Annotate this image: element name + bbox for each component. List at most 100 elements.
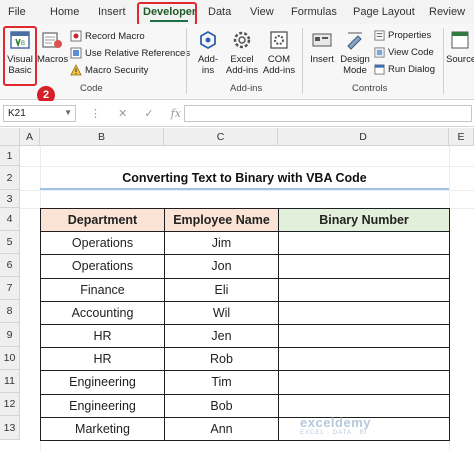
binary-cell[interactable] <box>278 277 450 302</box>
department-cell[interactable]: Engineering <box>40 370 165 395</box>
xml-source-icon <box>451 31 469 49</box>
row-header-2[interactable]: 2 <box>0 166 20 190</box>
tab-insert[interactable]: Insert <box>98 6 126 18</box>
binary-cell[interactable] <box>278 347 450 372</box>
employee-cell[interactable]: Jon <box>164 254 279 279</box>
row-header-7[interactable]: 7 <box>0 277 20 300</box>
properties-button[interactable]: Properties <box>374 30 431 41</box>
insert-control-button[interactable]: Insert <box>308 28 336 65</box>
column-header-d[interactable]: D <box>278 128 449 146</box>
department-cell[interactable]: HR <box>40 323 165 349</box>
row-header-13[interactable]: 13 <box>0 416 20 440</box>
tab-page-layout[interactable]: Page Layout <box>353 6 415 18</box>
ribbon-separator <box>186 28 187 94</box>
row-header-5[interactable]: 5 <box>0 231 20 254</box>
macros-label: Macros <box>37 54 69 65</box>
gridline <box>20 166 474 167</box>
employee-cell[interactable]: Jim <box>164 231 279 256</box>
insert-control-label: Insert <box>310 54 334 65</box>
employee-cell[interactable]: Bob <box>164 393 279 418</box>
formula-input[interactable] <box>184 105 472 122</box>
row-header-8[interactable]: 8 <box>0 300 20 323</box>
row-header-6[interactable]: 6 <box>0 254 20 277</box>
run-dialog-button[interactable]: Run Dialog <box>374 64 435 75</box>
select-all-corner[interactable] <box>0 128 20 146</box>
source-button[interactable]: Source <box>446 28 474 65</box>
employee-cell[interactable]: Eli <box>164 277 279 302</box>
insert-function-icon[interactable]: fx <box>171 107 181 120</box>
department-cell[interactable]: Engineering <box>40 393 165 418</box>
name-box[interactable]: K21 ▼ <box>3 105 76 122</box>
excel-add-ins-button[interactable]: Excel Add-ins <box>225 28 259 76</box>
more-icon: ⋮ <box>90 108 101 120</box>
use-relative-references-button[interactable]: Use Relative References <box>70 47 190 59</box>
binary-cell[interactable] <box>278 323 450 349</box>
department-cell[interactable]: Accounting <box>40 300 165 325</box>
row-header-12[interactable]: 12 <box>0 393 20 416</box>
row-header-3[interactable]: 3 <box>0 190 20 208</box>
enter-icon[interactable]: ✓ <box>144 108 153 120</box>
tab-file[interactable]: File <box>8 6 26 18</box>
employee-table: Department Employee Name Binary Number O… <box>40 207 450 441</box>
header-employee-name[interactable]: Employee Name <box>164 207 279 233</box>
add-ins-icon <box>200 30 216 50</box>
add-ins-group-label: Add-ins <box>230 83 263 94</box>
binary-cell[interactable] <box>278 254 450 279</box>
column-header-b[interactable]: B <box>40 128 164 146</box>
department-cell[interactable]: Operations <box>40 254 165 279</box>
ribbon-tab-bar: File Home Insert Developer Data View For… <box>0 0 474 24</box>
tab-formulas[interactable]: Formulas <box>291 6 337 18</box>
table-row: HR Jen <box>40 323 450 349</box>
watermark-tagline: EXCEL · DATA · BI <box>300 430 368 436</box>
properties-label: Properties <box>388 30 432 41</box>
tab-view[interactable]: View <box>250 6 274 18</box>
design-mode-label-1: Design <box>340 54 370 65</box>
table-header-row: Department Employee Name Binary Number <box>40 207 450 233</box>
employee-cell[interactable]: Tim <box>164 370 279 395</box>
department-cell[interactable]: Operations <box>40 231 165 256</box>
row-header-1[interactable]: 1 <box>0 146 20 166</box>
chevron-down-icon[interactable]: ▼ <box>64 108 72 117</box>
binary-cell[interactable] <box>278 370 450 395</box>
department-cell[interactable]: HR <box>40 347 165 372</box>
binary-cell[interactable] <box>278 300 450 325</box>
design-mode-button[interactable]: Design Mode <box>339 28 371 76</box>
employee-cell[interactable]: Ann <box>164 416 279 441</box>
view-code-label: View Code <box>388 47 434 58</box>
employee-cell[interactable]: Rob <box>164 347 279 372</box>
add-ins-label-2: ins <box>201 65 215 76</box>
macro-security-button[interactable]: Macro Security <box>70 64 148 76</box>
com-add-ins-button[interactable]: COM Add-ins <box>262 28 296 76</box>
row-header-9[interactable]: 9 <box>0 323 20 347</box>
tab-review[interactable]: Review <box>429 6 465 18</box>
tab-data[interactable]: Data <box>208 6 231 18</box>
department-cell[interactable]: Marketing <box>40 416 165 441</box>
table-row: HR Rob <box>40 347 450 372</box>
formula-bar: K21 ▼ ⋮ ✕ ✓ fx <box>0 101 474 127</box>
header-department[interactable]: Department <box>40 207 165 233</box>
column-header-e[interactable]: E <box>449 128 474 146</box>
column-header-c[interactable]: C <box>164 128 278 146</box>
record-macro-button[interactable]: Record Macro <box>70 30 145 42</box>
excel-add-ins-label-1: Excel <box>230 54 254 65</box>
row-header-4[interactable]: 4 <box>0 208 20 231</box>
cancel-icon[interactable]: ✕ <box>118 108 127 120</box>
sheet-title: Converting Text to Binary with VBA Code <box>122 171 367 185</box>
view-code-button[interactable]: View Code <box>374 47 434 58</box>
row-header-11[interactable]: 11 <box>0 370 20 393</box>
tab-home[interactable]: Home <box>50 6 79 18</box>
add-ins-button[interactable]: Add- ins <box>194 28 222 76</box>
watermark-name: exceldemy <box>300 415 371 430</box>
view-code-icon <box>374 47 385 58</box>
employee-cell[interactable]: Wil <box>164 300 279 325</box>
binary-cell[interactable] <box>278 393 450 418</box>
worksheet-grid[interactable]: A B C D E 1 2 3 4 5 6 7 8 9 10 11 12 13 … <box>0 128 474 451</box>
employee-cell[interactable]: Jen <box>164 323 279 349</box>
macros-button[interactable]: Macros <box>37 28 69 65</box>
header-binary-number[interactable]: Binary Number <box>278 207 450 233</box>
department-cell[interactable]: Finance <box>40 277 165 302</box>
binary-cell[interactable] <box>278 231 450 256</box>
column-header-a[interactable]: A <box>20 128 40 146</box>
row-header-10[interactable]: 10 <box>0 347 20 370</box>
title-underline <box>40 188 449 190</box>
